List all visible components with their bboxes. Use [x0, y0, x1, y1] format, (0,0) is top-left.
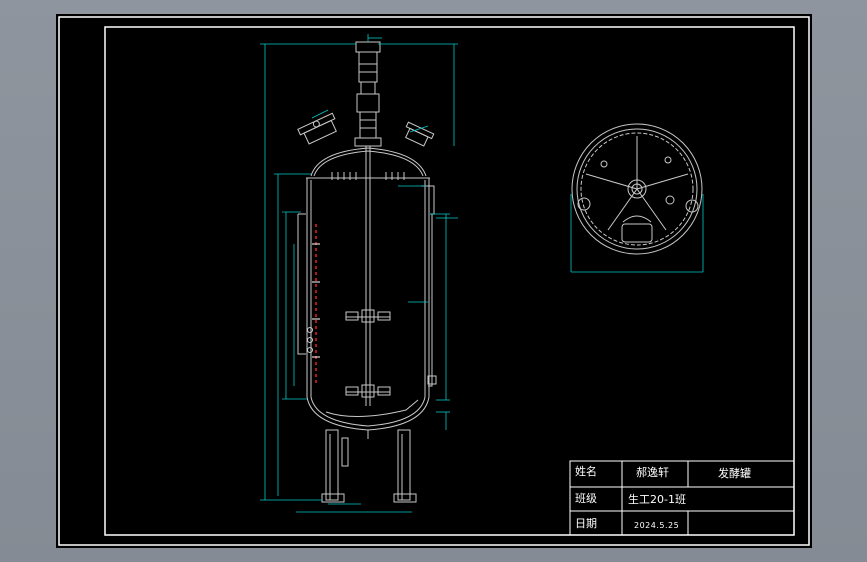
fermenter-drawing: [58, 16, 810, 546]
mechanical-seal: [354, 137, 382, 147]
motor-body: [358, 51, 378, 83]
date-label: 日期: [575, 517, 597, 530]
top-head: [310, 147, 427, 177]
upper-impeller: [345, 309, 391, 323]
drawing-sheet: 姓名 郝逸轩 发酵罐 班级 生工20-1班 日期 2024.5.25: [56, 14, 812, 548]
cad-viewport[interactable]: 姓名 郝逸轩 发酵罐 班级 生工20-1班 日期 2024.5.25: [0, 0, 867, 562]
lower-impeller: [345, 384, 391, 398]
reducer: [356, 93, 380, 113]
left-instruments: [307, 327, 313, 353]
top-view: [571, 123, 703, 255]
class-label: 班级: [575, 492, 597, 505]
motor-cap: [355, 41, 381, 53]
class-value: 生工20-1班: [628, 493, 686, 506]
inner-border: [104, 26, 795, 536]
support-legs: [321, 429, 417, 503]
front-dimensions: [260, 34, 458, 513]
gearbox: [360, 81, 376, 95]
name-label: 姓名: [575, 465, 597, 478]
date-value: 2024.5.25: [634, 521, 680, 530]
manhole-top: [621, 223, 653, 243]
coil-top: [331, 172, 405, 180]
outer-border: [58, 16, 810, 546]
drawing-title: 发酵罐: [718, 467, 751, 480]
coupling: [359, 111, 377, 139]
sight-glass-nozzle: [405, 121, 435, 147]
bottom-head: [306, 396, 430, 431]
front-section-view: [297, 41, 437, 503]
top-view-dimensions: [570, 194, 704, 273]
manhole-nozzle: [297, 112, 337, 145]
name-value: 郝逸轩: [636, 466, 669, 479]
